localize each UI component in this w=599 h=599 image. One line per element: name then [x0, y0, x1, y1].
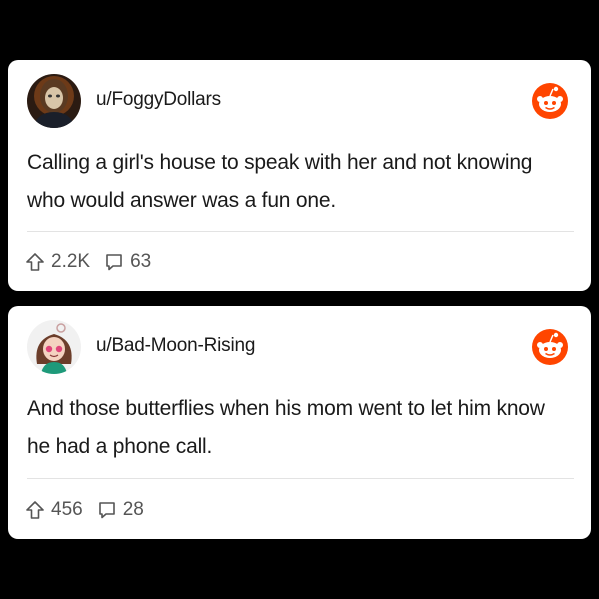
post-stats: 2.2K 63 — [25, 251, 165, 273]
username[interactable]: u/Bad-Moon-Rising — [96, 335, 255, 357]
user-avatar[interactable] — [27, 74, 81, 128]
screenshot-stage: u/FoggyDollars Calling a girl's house to… — [0, 0, 599, 599]
divider — [27, 478, 574, 479]
reddit-logo-icon — [532, 83, 568, 119]
reddit-logo-icon — [532, 329, 568, 365]
masked-figure-avatar-icon — [27, 74, 81, 128]
comment-bubble-icon — [106, 254, 122, 271]
upvote-count: 2.2K — [51, 251, 91, 272]
upvote-button[interactable]: 456 — [25, 499, 83, 521]
post-body-text: And those butterflies when his mom went … — [27, 397, 545, 458]
divider — [27, 231, 574, 232]
comment-count: 63 — [130, 251, 152, 272]
upvote-button[interactable]: 2.2K — [25, 251, 90, 273]
post-card[interactable]: u/FoggyDollars Calling a girl's house to… — [8, 60, 591, 291]
comment-bubble-icon — [98, 502, 115, 519]
post-card[interactable]: u/Bad-Moon-Rising And those butterflies … — [8, 306, 591, 539]
comments-button[interactable]: 28 — [97, 499, 144, 521]
comments-button[interactable]: 63 — [104, 251, 151, 273]
user-avatar[interactable] — [27, 320, 81, 374]
upvote-arrow-icon — [26, 253, 44, 271]
cartoon-girl-avatar-icon — [27, 320, 81, 374]
username[interactable]: u/FoggyDollars — [96, 89, 221, 111]
upvote-arrow-icon — [26, 501, 44, 519]
post-stats: 456 28 — [25, 499, 158, 521]
comment-count: 28 — [122, 499, 144, 520]
upvote-count: 456 — [51, 499, 83, 520]
post-body-text: Calling a girl's house to speak with her… — [27, 151, 533, 212]
